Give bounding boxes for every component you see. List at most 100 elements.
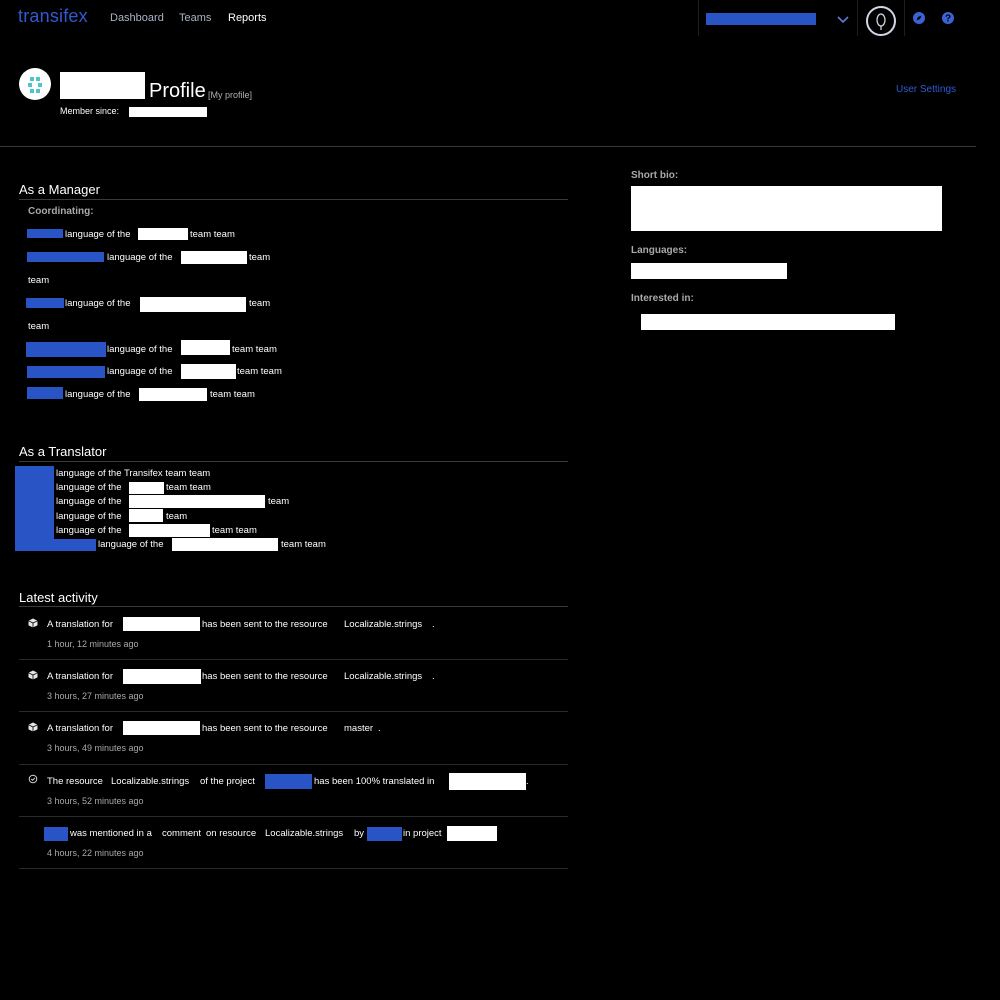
nav-separator [698, 0, 699, 36]
help-icon[interactable]: ? [941, 11, 955, 25]
language-redacted[interactable] [123, 721, 200, 735]
nav-teams[interactable]: Teams [179, 12, 211, 24]
language-of-text: language of the [56, 511, 122, 522]
activity-text: by [354, 828, 365, 839]
language-of-text: language of the [56, 482, 122, 493]
resource-link[interactable]: Localizable.strings [344, 619, 422, 630]
team-suffix: team team [166, 482, 211, 493]
team-suffix: team team [190, 229, 235, 240]
team-name-redacted[interactable] [129, 524, 210, 537]
language-redacted[interactable] [27, 252, 104, 262]
section-title-translator: As a Translator [19, 444, 107, 459]
activity-text: has been sent to the resource [202, 723, 328, 734]
username-redacted [60, 72, 145, 99]
team-suffix: team [28, 321, 50, 332]
language-redacted[interactable] [123, 617, 200, 631]
nav-dashboard[interactable]: Dashboard [110, 12, 164, 24]
activity-text: The resource [47, 776, 103, 787]
cube-icon [28, 670, 38, 680]
team-suffix: team [28, 275, 50, 286]
project-name-redacted[interactable] [447, 826, 497, 841]
project-selector-redacted[interactable] [706, 13, 816, 25]
chevron-down-icon[interactable] [836, 12, 850, 26]
activity-text: of the project [200, 776, 255, 787]
activity-text: . [526, 776, 529, 787]
team-name-redacted[interactable] [172, 538, 278, 551]
my-profile-tag: [My profile] [208, 90, 253, 100]
language-of-text: language of the [65, 229, 131, 240]
activity-text: . [378, 723, 381, 734]
language-redacted[interactable] [26, 298, 64, 308]
activity-text: in project [403, 828, 442, 839]
team-name-redacted[interactable] [181, 364, 236, 379]
activity-timestamp: 1 hour, 12 minutes ago [47, 639, 139, 649]
language-redacted[interactable] [26, 342, 106, 357]
team-name-redacted[interactable] [181, 340, 230, 355]
cube-icon [28, 722, 38, 732]
cube-icon [28, 618, 38, 628]
translator-team-line: language of the Transifex team team [56, 468, 211, 479]
language-redacted[interactable] [449, 773, 526, 790]
coordinating-label: Coordinating: [28, 206, 94, 217]
profile-avatar [19, 68, 51, 100]
team-name-redacted[interactable] [181, 251, 247, 264]
language-redacted[interactable] [27, 366, 105, 378]
team-name-redacted[interactable] [138, 228, 188, 240]
nav-reports[interactable]: Reports [228, 12, 267, 24]
activity-divider [19, 659, 568, 660]
team-suffix: team [166, 511, 188, 522]
team-name-redacted[interactable] [129, 495, 265, 508]
language-of-text: language of the [65, 389, 131, 400]
activity-text: . [432, 619, 435, 630]
short-bio-label: Short bio: [631, 170, 679, 181]
compass-icon[interactable] [912, 11, 926, 25]
nav-separator [857, 0, 858, 36]
activity-timestamp: 4 hours, 22 minutes ago [47, 848, 144, 858]
team-suffix: team team [210, 389, 255, 400]
activity-text: A translation for [47, 619, 114, 630]
section-divider [19, 606, 568, 607]
resource-link[interactable]: master [344, 723, 373, 734]
user-avatar-icon[interactable] [866, 6, 896, 36]
activity-timestamp: 3 hours, 27 minutes ago [47, 691, 144, 701]
language-of-text: language of the [98, 539, 164, 550]
short-bio-redacted [631, 186, 942, 231]
language-redacted[interactable] [27, 229, 63, 238]
user-name-redacted[interactable] [44, 827, 68, 841]
languages-redacted [631, 263, 787, 279]
section-divider [19, 461, 568, 462]
nav-separator [904, 0, 905, 36]
comment-link[interactable]: comment [162, 828, 201, 839]
team-suffix: team team [281, 539, 326, 550]
language-redacted[interactable] [15, 466, 54, 551]
user-name-redacted[interactable] [367, 827, 402, 841]
member-since-date-redacted [129, 107, 207, 117]
activity-timestamp: 3 hours, 49 minutes ago [47, 743, 144, 753]
activity-timestamp: 3 hours, 52 minutes ago [47, 796, 144, 806]
section-divider [19, 199, 568, 200]
resource-link[interactable]: Localizable.strings [344, 671, 422, 682]
team-suffix: team [249, 298, 271, 309]
team-suffix: team team [212, 525, 257, 536]
team-name-redacted[interactable] [129, 482, 164, 494]
activity-text: on resource [206, 828, 257, 839]
language-redacted[interactable] [54, 539, 96, 551]
team-name-redacted[interactable] [139, 388, 207, 401]
activity-text: has been sent to the resource [202, 671, 328, 682]
interests-redacted [641, 314, 895, 330]
activity-text: has been sent to the resource [202, 619, 328, 630]
transifex-logo[interactable]: transifex [18, 6, 88, 27]
language-of-text: language of the [107, 252, 173, 263]
user-settings-link[interactable]: User Settings [896, 84, 956, 95]
project-name-redacted[interactable] [265, 774, 312, 789]
activity-text: . [432, 671, 435, 682]
language-of-text: language of the [107, 366, 173, 377]
language-redacted[interactable] [123, 669, 201, 684]
language-redacted[interactable] [27, 387, 63, 399]
team-name-redacted[interactable] [140, 297, 246, 312]
team-name-redacted[interactable] [129, 509, 163, 522]
interested-in-label: Interested in: [631, 293, 694, 304]
activity-divider [19, 816, 568, 817]
resource-link[interactable]: Localizable.strings [265, 828, 343, 839]
resource-link[interactable]: Localizable.strings [111, 776, 189, 787]
